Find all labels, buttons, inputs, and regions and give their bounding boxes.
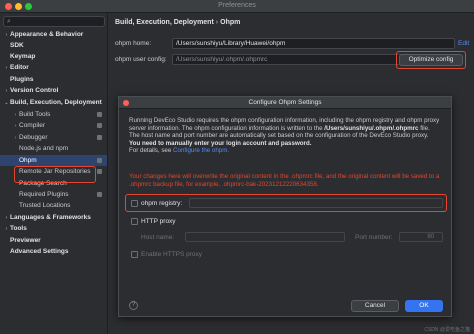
chevron-icon[interactable]: › [3, 63, 10, 74]
dialog-close-icon[interactable] [123, 100, 129, 106]
sidebar-item-label: Node.js and npm [19, 145, 69, 152]
sidebar-item[interactable]: Previewer [0, 235, 107, 246]
ok-button[interactable]: OK [405, 300, 443, 312]
sidebar-item-label: Editor [10, 64, 29, 71]
sidebar-item-label: Required Plugins [19, 191, 69, 198]
ohpm-registry-input[interactable] [189, 198, 443, 208]
sidebar-item[interactable]: SDK [0, 40, 107, 51]
sidebar-item[interactable]: Advanced Settings [0, 246, 107, 257]
sidebar-item[interactable]: Plugins [0, 74, 107, 85]
sidebar-item-label: Build, Execution, Deployment [10, 99, 102, 106]
http-proxy-label: HTTP proxy [141, 218, 176, 225]
project-settings-icon [97, 123, 102, 128]
sidebar-item-label: Version Control [10, 87, 59, 94]
sidebar-item-label: Trusted Locations [19, 202, 71, 209]
sidebar-item[interactable]: › Version Control [0, 85, 107, 96]
sidebar-item[interactable]: › Languages & Frameworks [0, 212, 107, 223]
cancel-button[interactable]: Cancel [351, 300, 399, 312]
sidebar-item[interactable]: Ohpm [0, 155, 107, 166]
breadcrumb-parent[interactable]: Build, Execution, Deployment [115, 19, 214, 26]
sidebar-item-label: Previewer [10, 237, 41, 244]
sidebar-item[interactable]: Node.js and npm [0, 143, 107, 154]
sidebar-item[interactable]: › Editor [0, 62, 107, 73]
sidebar-item[interactable]: Keymap [0, 51, 107, 62]
user-config-field[interactable]: /Users/sunshiyu/.ohpm/.ohpmrc [172, 54, 404, 65]
project-settings-icon [97, 112, 102, 117]
host-name-input[interactable] [185, 232, 345, 242]
ohpm-home-field[interactable]: /Users/sunshiyu/Library/Huawei/ohpm [172, 38, 455, 49]
port-number-label: Port number: [355, 234, 393, 241]
details-prefix: For details, see [129, 147, 172, 155]
sidebar-item[interactable]: › Debugger [0, 132, 107, 143]
chevron-icon[interactable]: ⌄ [3, 98, 10, 109]
sidebar-item-label: Languages & Frameworks [10, 214, 91, 221]
ohpm-registry-checkbox[interactable] [131, 200, 138, 207]
optimize-config-button[interactable]: Optimize config [399, 54, 463, 66]
ohpmrc-path: /Users/sunshiyu/.ohpm/.ohpmrc [324, 124, 419, 132]
sidebar-item-label: Appearance & Behavior [10, 31, 84, 38]
https-proxy-label: Enable HTTPS proxy [141, 251, 203, 258]
sidebar-item-label: Debugger [19, 134, 48, 141]
help-icon[interactable]: ? [129, 301, 138, 310]
dialog-title: Configure Ohpm Settings [119, 97, 451, 109]
chevron-icon[interactable]: › [3, 86, 10, 97]
breadcrumb-current: Ohpm [220, 19, 241, 26]
sidebar-item-label: Plugins [10, 76, 34, 83]
project-settings-icon [97, 192, 102, 197]
watermark: CSDN @爱吃鱼之猫 [424, 327, 470, 333]
ohpm-registry-label: ohpm registry: [141, 200, 183, 207]
dialog-intro: Running DevEco Studio requires the ohpm … [129, 117, 447, 155]
chevron-icon[interactable]: › [12, 121, 19, 132]
configure-ohpm-dialog: Configure Ohpm Settings Running DevEco S… [118, 96, 452, 317]
host-name-label: Host name: [141, 234, 175, 241]
sidebar-item-label: Ohpm [19, 157, 37, 164]
sidebar-item[interactable]: › Compiler [0, 120, 107, 131]
sidebar-item-label: Tools [10, 225, 27, 232]
manual-login-note: You need to manually enter your login ac… [129, 139, 312, 147]
window-title: Preferences [218, 2, 256, 9]
sidebar-item[interactable]: › Tools [0, 223, 107, 234]
project-settings-icon [97, 158, 102, 163]
sidebar-item[interactable]: › Appearance & Behavior [0, 29, 107, 40]
port-number-input[interactable]: 80 [399, 232, 443, 242]
highlight-ohpm [14, 166, 96, 183]
sidebar-item[interactable]: › Build Tools [0, 109, 107, 120]
intro-proxy-text: The host name and port number are automa… [129, 132, 429, 140]
breadcrumb-separator: › [215, 19, 219, 26]
https-proxy-checkbox[interactable] [131, 251, 138, 258]
sidebar-item-label: Keymap [10, 53, 36, 60]
intro-file-word: file. [420, 124, 430, 132]
search-icon: ⌕ [7, 18, 11, 25]
chevron-icon[interactable]: › [3, 224, 10, 235]
overwrite-warning: Your changes here will overwrite the ori… [129, 173, 440, 188]
sidebar-item-label: SDK [10, 42, 24, 49]
project-settings-icon [97, 135, 102, 140]
sidebar-item-label: Compiler [19, 122, 46, 129]
configure-ohpm-link[interactable]: Configure the ohpm. [173, 147, 229, 154]
sidebar-item-label: Advanced Settings [10, 248, 69, 255]
http-proxy-checkbox[interactable] [131, 218, 138, 225]
sidebar-item[interactable]: Trusted Locations [0, 200, 107, 211]
title-bar: Preferences [0, 0, 474, 13]
breadcrumb: Build, Execution, Deployment › Ohpm [115, 19, 240, 26]
user-config-label: ohpm user config: [115, 56, 167, 63]
sidebar-item-label: Build Tools [19, 111, 51, 118]
settings-search-input[interactable]: ⌕ [3, 16, 105, 27]
sidebar-item[interactable]: ⌄Build, Execution, Deployment [0, 97, 107, 108]
project-settings-icon [97, 169, 102, 174]
sidebar-item[interactable]: Required Plugins [0, 189, 107, 200]
ohpm-home-label: ohpm home: [115, 40, 152, 47]
edit-link[interactable]: Edit [458, 40, 469, 47]
